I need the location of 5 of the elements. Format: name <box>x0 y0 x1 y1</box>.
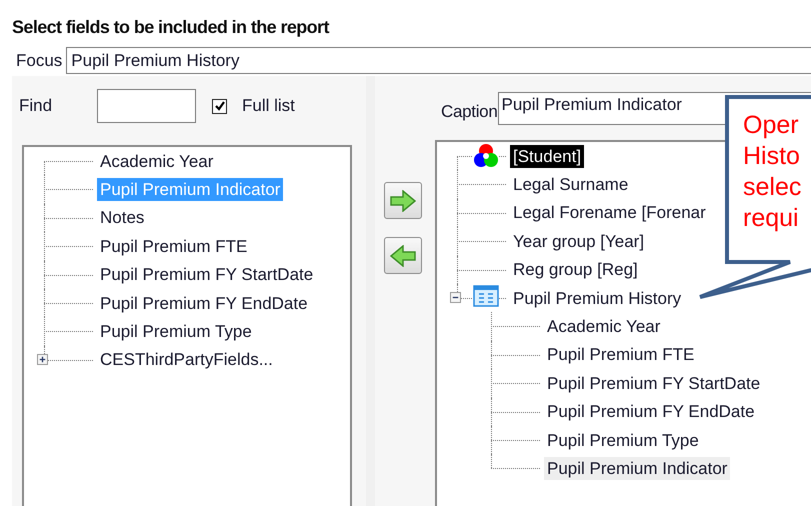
full-list-label: Full list <box>242 96 295 116</box>
caption-label: Caption <box>441 101 498 122</box>
focus-label: Focus <box>16 50 62 70</box>
find-label: Find <box>19 96 54 116</box>
dialog-title: Select fields to be included in the report <box>11 16 330 39</box>
